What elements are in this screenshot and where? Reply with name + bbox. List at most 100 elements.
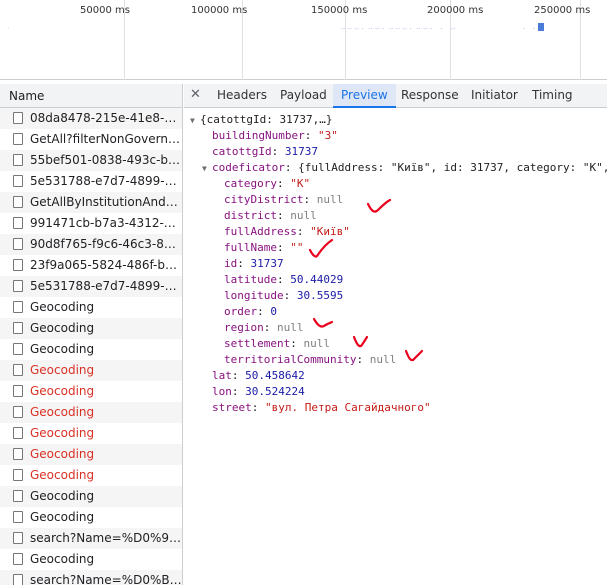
detail-tab-bar: ✕ Headers Payload Preview Response Initi… (184, 84, 607, 108)
request-name: search?Name=%D0%9B%... (30, 531, 182, 545)
json-key: territorialCommunity (224, 353, 357, 366)
json-key: fullName (224, 241, 277, 254)
request-row[interactable]: Geocoding (0, 444, 182, 465)
json-key: street (212, 401, 252, 414)
request-row[interactable]: 08da8478-215e-41e8-881... (0, 108, 182, 129)
expand-triangle-icon[interactable]: ▼ (202, 161, 212, 177)
request-name: Geocoding (30, 405, 95, 419)
tab-response[interactable]: Response (401, 84, 459, 108)
request-row[interactable]: Geocoding (0, 297, 182, 318)
tab-headers[interactable]: Headers (217, 84, 267, 108)
json-value: : (271, 145, 285, 158)
json-key: settlement (224, 337, 291, 350)
json-line[interactable]: ▼ codeficator: {fullAddress: "Київ", id: … (202, 160, 607, 176)
request-row[interactable]: 23f9a065-5824-486f-bae3... (0, 255, 182, 276)
request-row[interactable]: 5e531788-e7d7-4899-80c... (0, 276, 182, 297)
json-value: "вул. Петра Сагайдачного" (265, 401, 431, 414)
document-icon (13, 196, 23, 208)
request-row[interactable]: Geocoding (0, 381, 182, 402)
json-line[interactable]: ▼ {catottgId: 31737,…} (190, 112, 332, 128)
document-icon (13, 112, 23, 124)
json-line: region: null (214, 320, 304, 336)
json-value: 50.44029 (290, 273, 344, 286)
request-name: 5e531788-e7d7-4899-80c... (30, 279, 182, 293)
tab-preview[interactable]: Preview (333, 84, 396, 108)
json-key: district (224, 209, 277, 222)
request-row[interactable]: 5e531788-e7d7-4899-80c... (0, 171, 182, 192)
json-value: 50.458642 (245, 369, 305, 382)
request-name: 23f9a065-5824-486f-bae3... (30, 258, 182, 272)
request-row[interactable]: Geocoding (0, 486, 182, 507)
json-key: codeficator (212, 161, 285, 174)
timeline-overview[interactable]: 50000 ms 100000 ms 150000 ms 200000 ms 2… (0, 0, 607, 80)
json-value: : (276, 209, 291, 222)
request-row[interactable]: 991471cb-b7a3-4312-bb... (0, 213, 182, 234)
json-key: longitude (224, 289, 284, 302)
json-value: : (356, 353, 370, 366)
request-name: Geocoding (30, 363, 95, 377)
request-row[interactable]: search?Name=%D0%BA... (0, 570, 182, 585)
document-icon (13, 364, 23, 376)
expand-triangle-icon[interactable]: ▼ (190, 113, 200, 129)
json-line: fullName: "" (214, 240, 303, 256)
request-name: Geocoding (30, 384, 95, 398)
json-line: district: null (214, 208, 317, 224)
request-name: 5e531788-e7d7-4899-80c... (30, 174, 182, 188)
tab-timing[interactable]: Timing (532, 84, 573, 108)
red-check-annotation (352, 335, 369, 348)
document-icon (13, 154, 23, 166)
request-row[interactable]: Geocoding (0, 339, 182, 360)
document-icon (13, 469, 23, 481)
json-key: catottgId (212, 145, 272, 158)
json-value: 0 (270, 305, 277, 318)
request-name: Geocoding (30, 321, 95, 335)
request-name: 90d8f765-f9c6-46c3-8b24... (30, 237, 182, 251)
json-value: null (290, 209, 317, 222)
request-detail-panel: ✕ Headers Payload Preview Response Initi… (184, 84, 607, 585)
request-name: 991471cb-b7a3-4312-bb... (30, 216, 182, 230)
request-row[interactable]: Geocoding (0, 360, 182, 381)
request-row[interactable]: search?Name=%D0%9B%... (0, 528, 182, 549)
request-row[interactable]: 90d8f765-f9c6-46c3-8b24... (0, 234, 182, 255)
document-icon (13, 133, 23, 145)
request-row[interactable]: Geocoding (0, 507, 182, 528)
json-line: buildingNumber: "3" (202, 128, 338, 144)
document-icon (13, 175, 23, 187)
request-row[interactable]: Geocoding (0, 423, 182, 444)
json-value: : (276, 273, 291, 286)
close-icon[interactable]: ✕ (190, 88, 201, 102)
request-row[interactable]: Geocoding (0, 465, 182, 486)
json-value: {catottgId: 31737,…} (200, 113, 333, 126)
request-name: GetAllByInstitutionAndLev... (30, 195, 182, 209)
tab-initiator[interactable]: Initiator (471, 84, 518, 108)
request-name: Geocoding (30, 342, 95, 356)
request-row[interactable]: Geocoding (0, 549, 182, 570)
json-line: cityDistrict: null (214, 192, 343, 208)
json-key: buildingNumber (212, 129, 305, 142)
json-value: 31737 (284, 145, 318, 158)
tab-payload[interactable]: Payload (280, 84, 327, 108)
json-value: : (257, 305, 271, 318)
request-row[interactable]: GetAllByInstitutionAndLev... (0, 192, 182, 213)
json-value: : (231, 369, 246, 382)
request-name: Geocoding (30, 300, 95, 314)
document-icon (13, 301, 23, 313)
json-line: territorialCommunity: null (214, 352, 396, 368)
request-row[interactable]: Geocoding (0, 402, 182, 423)
json-line: settlement: null (214, 336, 330, 352)
document-icon (13, 322, 23, 334)
json-value: : (231, 385, 246, 398)
document-icon (13, 511, 23, 523)
request-name: Geocoding (30, 447, 95, 461)
json-value: 31737 (250, 257, 284, 270)
timeline-marks: · (7, 24, 11, 33)
json-line: lon: 30.524224 (202, 384, 305, 400)
request-row[interactable]: Geocoding (0, 318, 182, 339)
request-row[interactable]: GetAll?filterNonGovernm... (0, 129, 182, 150)
document-icon (13, 553, 23, 565)
name-column-header[interactable]: Name (0, 84, 182, 108)
json-value: : (283, 289, 297, 302)
request-row[interactable]: 55bef501-0838-493c-b5f... (0, 150, 182, 171)
json-value: 30.524224 (245, 385, 305, 398)
request-name: Geocoding (30, 510, 95, 524)
